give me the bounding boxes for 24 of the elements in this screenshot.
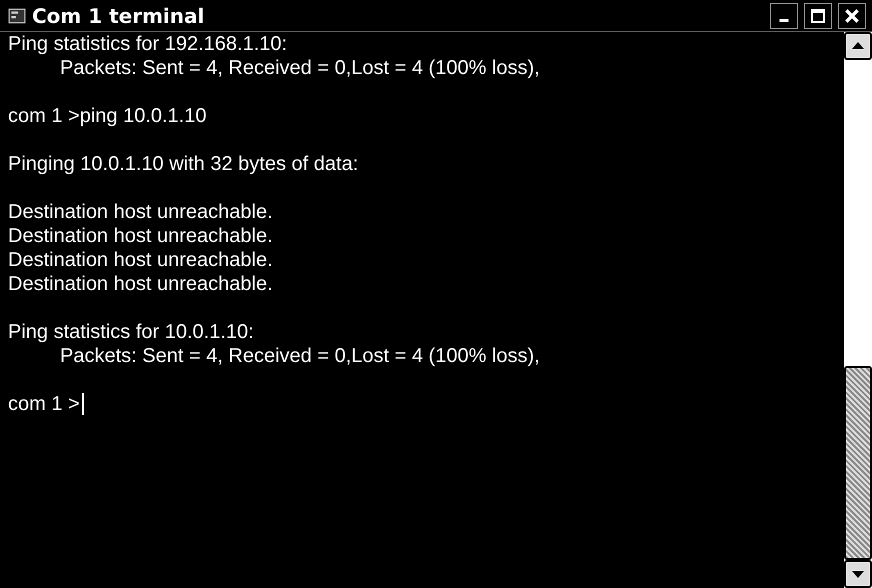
terminal-line: Destination host unreachable. (8, 248, 273, 272)
terminal-line: Destination host unreachable. (8, 200, 273, 224)
terminal-line: Destination host unreachable. (8, 272, 273, 296)
text-cursor (82, 393, 84, 415)
scroll-thumb[interactable] (844, 366, 872, 560)
terminal-line: com 1 >ping 10.0.1.10 (8, 104, 206, 128)
terminal-line: Destination host unreachable. (8, 224, 273, 248)
command-prompt: com 1 > (8, 392, 80, 416)
terminal-line: Ping statistics for 10.0.1.10: (8, 320, 254, 344)
minimize-button[interactable] (770, 2, 798, 28)
terminal-line: Pinging 10.0.1.10 with 32 bytes of data: (8, 152, 358, 176)
maximize-icon (810, 8, 826, 24)
close-icon (843, 6, 861, 24)
terminal-icon (8, 6, 26, 24)
close-button[interactable] (838, 2, 866, 28)
terminal-line: Ping statistics for 192.168.1.10: (8, 32, 288, 56)
terminal-line: Packets: Sent = 4, Received = 0,Lost = 4 (100% loss), (59, 344, 540, 368)
window-title: Com 1 terminal (32, 4, 204, 28)
vertical-scrollbar[interactable] (843, 32, 872, 588)
terminal-line: Packets: Sent = 4, Received = 0,Lost = 4 (100% loss), (59, 56, 540, 80)
minimize-icon (779, 19, 789, 22)
scroll-up-button[interactable] (844, 32, 872, 60)
scroll-down-button[interactable] (844, 560, 872, 588)
maximize-button[interactable] (804, 2, 832, 28)
